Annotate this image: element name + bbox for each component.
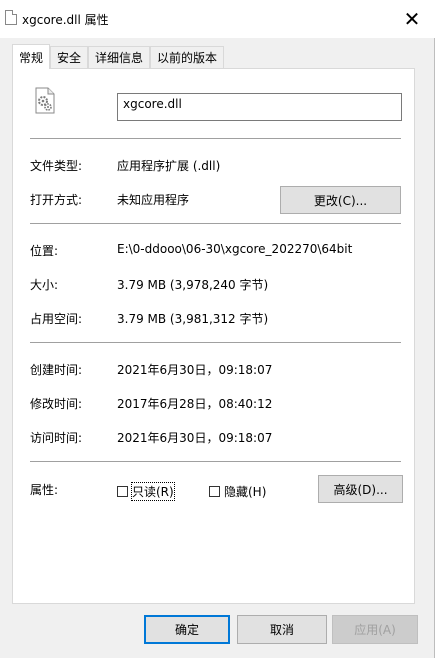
- separator: [30, 223, 401, 224]
- hidden-checkbox[interactable]: 隐藏(H): [209, 483, 266, 500]
- hidden-checkbox-label: 隐藏(H): [224, 485, 267, 499]
- attributes-label: 属性:: [30, 483, 59, 497]
- title-bar: xgcore.dll 属性 ✕: [0, 0, 435, 38]
- opens-with-label: 打开方式:: [30, 193, 83, 207]
- accessed-value: 2021年6月30日，09:18:07: [117, 431, 273, 445]
- ok-button[interactable]: 确定: [144, 615, 230, 644]
- tab-strip: 常规 安全 详细信息 以前的版本: [12, 44, 225, 69]
- size-label: 大小:: [30, 278, 59, 292]
- created-value: 2021年6月30日，09:18:07: [117, 363, 273, 377]
- advanced-button[interactable]: 高级(D)...: [318, 475, 403, 503]
- window-title: xgcore.dll 属性: [22, 13, 109, 27]
- dll-gear-icon: [35, 87, 55, 114]
- created-label: 创建时间:: [30, 363, 83, 377]
- cancel-button[interactable]: 取消: [237, 615, 327, 644]
- tab-details[interactable]: 详细信息: [88, 46, 151, 68]
- general-panel: xgcore.dll 文件类型: 应用程序扩展 (.dll) 打开方式: 未知应…: [12, 68, 415, 604]
- tab-previous-versions[interactable]: 以前的版本: [150, 46, 225, 68]
- accessed-label: 访问时间:: [30, 431, 83, 445]
- readonly-checkbox-label: 只读(R): [131, 482, 175, 501]
- tab-general[interactable]: 常规: [12, 44, 51, 69]
- size-on-disk-value: 3.79 MB (3,981,312 字节): [117, 312, 269, 326]
- close-button[interactable]: ✕: [389, 0, 435, 38]
- readonly-checkbox[interactable]: 只读(R): [117, 482, 175, 501]
- apply-button[interactable]: 应用(A): [332, 615, 418, 644]
- tab-security[interactable]: 安全: [50, 46, 89, 68]
- file-icon: [5, 10, 17, 25]
- ok-button-label: 确定: [174, 623, 199, 637]
- close-icon: ✕: [403, 7, 421, 31]
- checkbox-box[interactable]: [209, 486, 220, 497]
- location-label: 位置:: [30, 244, 59, 258]
- separator: [30, 342, 401, 343]
- file-type-value: 应用程序扩展 (.dll): [117, 159, 221, 173]
- separator: [30, 138, 401, 139]
- checkbox-box[interactable]: [117, 486, 128, 497]
- cancel-button-label: 取消: [269, 623, 294, 637]
- size-value: 3.79 MB (3,978,240 字节): [117, 278, 269, 292]
- location-value: E:\0-ddooo\06-30\xgcore_202270\64bit: [117, 242, 353, 256]
- modified-label: 修改时间:: [30, 397, 83, 411]
- change-button-label: 更改(C)...: [313, 193, 368, 208]
- size-on-disk-label: 占用空间:: [30, 312, 83, 326]
- advanced-button-label: 高级(D)...: [333, 482, 388, 497]
- file-type-label: 文件类型:: [30, 159, 83, 173]
- modified-value: 2017年6月28日，08:40:12: [117, 397, 273, 411]
- change-button[interactable]: 更改(C)...: [280, 186, 401, 214]
- file-name-field[interactable]: xgcore.dll: [117, 93, 402, 121]
- separator: [30, 461, 401, 462]
- opens-with-value: 未知应用程序: [117, 193, 190, 207]
- properties-dialog: xgcore.dll 属性 ✕ 常规 安全 详细信息 以前的版本 xgcore.…: [0, 0, 435, 658]
- apply-button-label: 应用(A): [354, 623, 396, 637]
